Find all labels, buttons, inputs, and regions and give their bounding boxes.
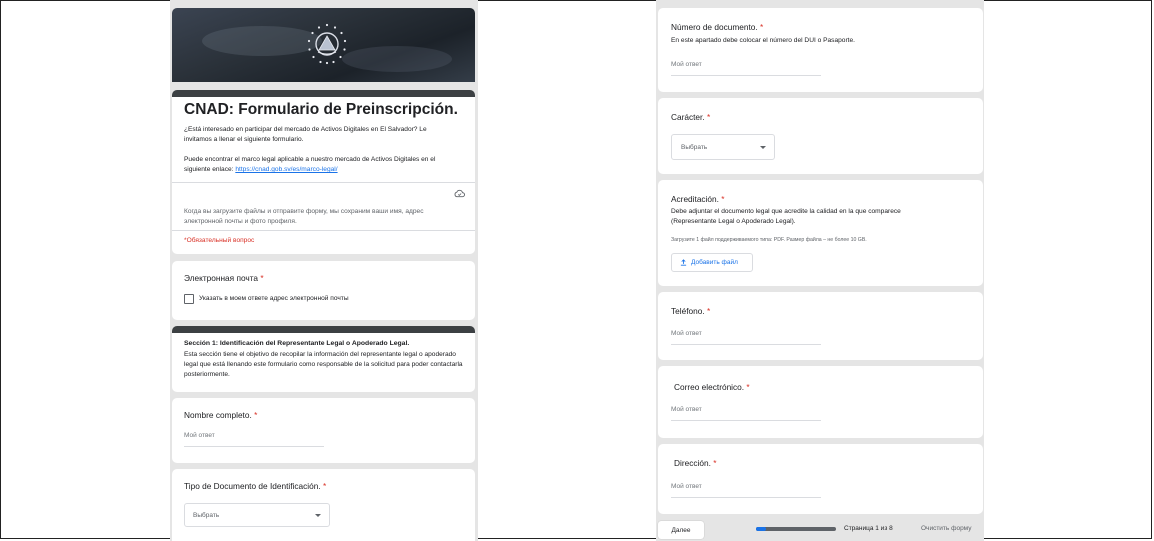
- section-1-title: Sección 1: Identificación del Representa…: [184, 340, 410, 347]
- address-placeholder: Мой ответ: [671, 483, 702, 490]
- accreditation-help: Debe adjuntar el documento legal que acr…: [671, 208, 901, 225]
- doc-type-select[interactable]: Выбрать: [184, 503, 330, 527]
- full-name-placeholder: Мой ответ: [184, 432, 215, 439]
- el-salvador-emblem-icon: [307, 23, 347, 65]
- divider: [172, 230, 475, 231]
- accreditation-question: Acreditación. *: [671, 194, 725, 204]
- required-note: *Обязательный вопрос: [184, 237, 255, 244]
- doc-type-select-value: Выбрать: [193, 512, 220, 519]
- form-left-column: CNAD: Formulario de Preinscripción. ¿Est…: [170, 0, 478, 541]
- accreditation-label: Acreditación.: [671, 194, 719, 204]
- doc-number-question: Número de documento. *: [671, 22, 763, 32]
- accreditation-card: Acreditación. * Debe adjuntar el documen…: [658, 180, 983, 286]
- email-checkbox-label: Указать в моем ответе адрес электронной …: [199, 295, 349, 302]
- email-question: Электронная почта *: [184, 273, 264, 283]
- email-address-question: Correo electrónico. *: [674, 382, 750, 392]
- form-intro-2: Puede encontrar el marco legal aplicable…: [184, 155, 459, 175]
- email-address-placeholder: Мой ответ: [671, 406, 702, 413]
- required-mark: *: [322, 481, 327, 491]
- email-address-input[interactable]: Мой ответ: [671, 406, 821, 421]
- email-checkbox[interactable]: [184, 294, 194, 304]
- page-indicator: Страница 1 из 8: [844, 525, 893, 532]
- phone-label: Teléfono.: [671, 306, 705, 316]
- add-file-button[interactable]: Добавить файл: [671, 253, 753, 272]
- phone-placeholder: Мой ответ: [671, 330, 702, 337]
- doc-number-help: En este apartado debe colocar el número …: [671, 37, 856, 44]
- chevron-down-icon: [315, 514, 321, 517]
- required-mark: *: [721, 194, 725, 204]
- doc-number-label: Número de documento.: [671, 22, 758, 32]
- progress-bar: [756, 527, 836, 531]
- legal-framework-link[interactable]: https://cnad.gob.sv/es/marco-legal/: [235, 166, 337, 173]
- clear-form-button[interactable]: Очистить форму: [921, 525, 971, 532]
- phone-question: Teléfono. *: [671, 306, 710, 316]
- required-mark: *: [760, 22, 764, 32]
- upload-notice: Когда вы загрузите файлы и отправите фор…: [184, 208, 424, 225]
- doc-type-label: Tipo de Documento de Identificación.: [184, 481, 321, 491]
- phone-card: Teléfono. * Мой ответ: [658, 292, 983, 360]
- cloud-save-icon: [454, 189, 465, 198]
- character-select-value: Выбрать: [681, 144, 708, 151]
- email-question-label: Электронная почта: [184, 273, 259, 283]
- phone-input[interactable]: Мой ответ: [671, 330, 821, 345]
- character-label: Carácter.: [671, 112, 705, 122]
- email-address-card: Correo electrónico. * Мой ответ: [658, 366, 983, 438]
- email-card: Электронная почта * Указать в моем ответ…: [172, 261, 475, 320]
- address-label: Dirección.: [674, 458, 711, 468]
- add-file-label: Добавить файл: [691, 259, 738, 266]
- doc-number-input[interactable]: Мой ответ: [671, 61, 821, 76]
- next-button[interactable]: Далее: [658, 521, 704, 539]
- required-mark: *: [746, 382, 750, 392]
- form-intro-1: ¿Está interesado en participar del merca…: [184, 126, 427, 143]
- required-mark: *: [260, 273, 264, 283]
- email-address-label: Correo electrónico.: [674, 382, 745, 392]
- required-mark: *: [707, 306, 711, 316]
- required-mark: *: [254, 410, 258, 420]
- section-1-header: Sección 1: Identificación del Representa…: [172, 326, 475, 392]
- form-title-card: CNAD: Formulario de Preinscripción. ¿Est…: [172, 90, 475, 254]
- full-name-question: Nombre completo. *: [184, 410, 257, 420]
- upload-icon: [680, 259, 687, 266]
- full-name-input[interactable]: Мой ответ: [184, 432, 324, 447]
- form-right-column: Número de documento. * En este apartado …: [656, 0, 984, 541]
- full-name-card: Nombre completo. * Мой ответ: [172, 398, 475, 463]
- doc-number-card: Número de documento. * En este apartado …: [658, 8, 983, 92]
- doc-type-question: Tipo de Documento de Identificación. *: [184, 481, 326, 491]
- character-select[interactable]: Выбрать: [671, 134, 775, 160]
- address-card: Dirección. * Мой ответ: [658, 444, 983, 514]
- progress-fill: [756, 527, 766, 531]
- character-question: Carácter. *: [671, 112, 710, 122]
- doc-type-card: Tipo de Documento de Identificación. * В…: [172, 469, 475, 541]
- required-mark: *: [713, 458, 717, 468]
- chevron-down-icon: [760, 146, 766, 149]
- divider: [172, 182, 475, 183]
- required-mark: *: [706, 112, 711, 122]
- full-name-label: Nombre completo.: [184, 410, 252, 420]
- form-title: CNAD: Formulario de Preinscripción.: [184, 101, 458, 118]
- form-header-image: [172, 8, 475, 82]
- doc-number-placeholder: Мой ответ: [671, 61, 702, 68]
- section-1-description: Esta sección tiene el objetivo de recopi…: [184, 351, 463, 378]
- address-input[interactable]: Мой ответ: [671, 483, 821, 498]
- character-card: Carácter. * Выбрать: [658, 98, 983, 174]
- accreditation-file-hint: Загрузите 1 файл поддерживаемого типа: P…: [671, 237, 867, 243]
- address-question: Dirección. *: [674, 458, 716, 468]
- form-footer: Далее Страница 1 из 8 Очистить форму: [656, 518, 984, 541]
